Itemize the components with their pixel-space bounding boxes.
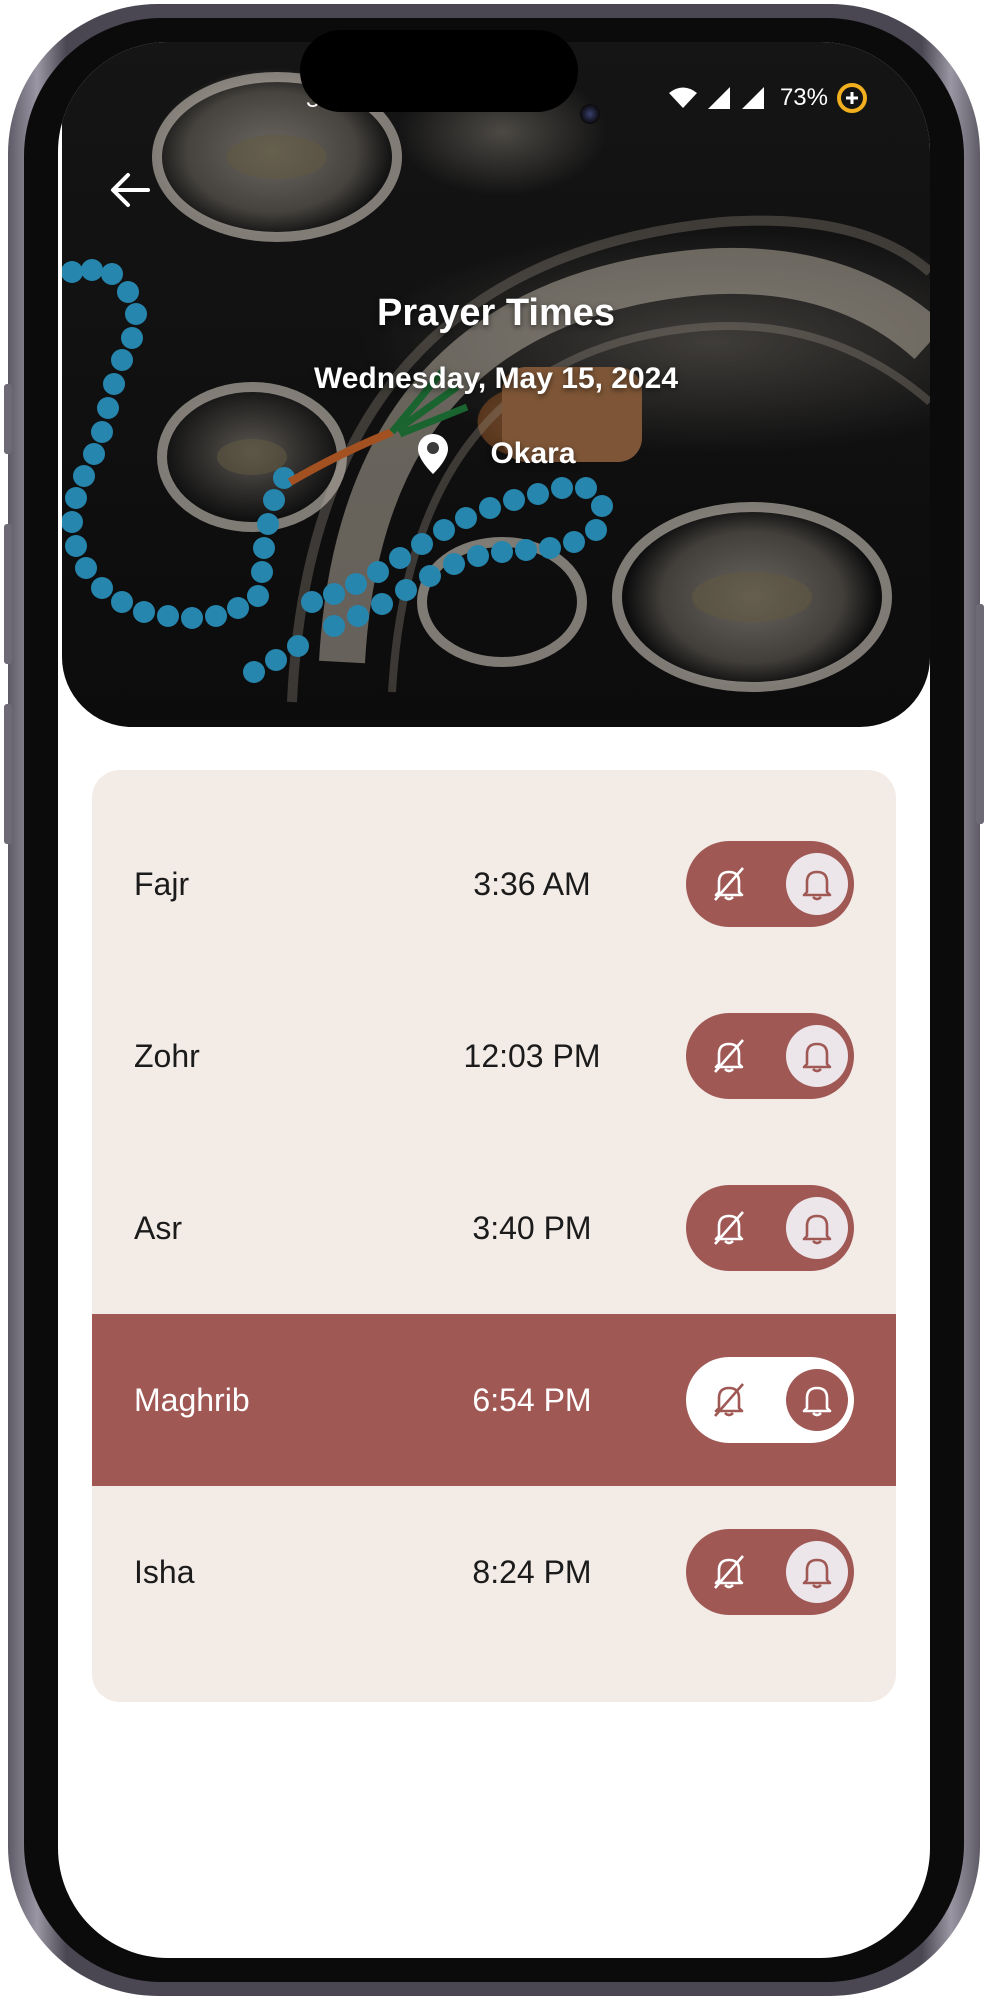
arrow-left-icon [111, 173, 150, 207]
prayer-row-fajr[interactable]: Fajr 3:36 AM [92, 798, 896, 970]
prayer-name: Zohr [134, 1038, 200, 1074]
prayer-row-isha[interactable]: Isha 8:24 PM [92, 1486, 896, 1658]
page-title: Prayer Times [376, 292, 616, 334]
location-name: Okara [490, 437, 576, 470]
prayer-name: Isha [134, 1554, 195, 1590]
dynamic-island [300, 30, 578, 112]
prayer-row-maghrib[interactable]: Maghrib 6:54 PM [92, 1314, 896, 1486]
prayer-row-asr[interactable]: Asr 3:40 PM [92, 1142, 896, 1314]
signal-icon [707, 87, 730, 109]
power-button [976, 604, 984, 824]
prayer-name: Asr [134, 1210, 182, 1246]
front-camera [580, 104, 600, 124]
notification-toggle[interactable] [686, 1529, 854, 1615]
prayer-row-zohr[interactable]: Zohr 12:03 PM [92, 970, 896, 1142]
prayer-name: Fajr [134, 866, 190, 902]
prayer-time: 3:36 AM [473, 866, 591, 902]
notification-toggle[interactable] [686, 1013, 854, 1099]
current-date: Wednesday, May 15, 2024 [313, 362, 679, 395]
bell-icon [786, 1025, 848, 1087]
bell-icon [786, 853, 848, 915]
header-image: 3:59 73% [62, 42, 930, 727]
volume-up-button [4, 524, 12, 664]
map-pin-icon [418, 434, 449, 474]
location: Okara [62, 432, 930, 476]
bell-icon [786, 1541, 848, 1603]
bell-off-icon [704, 1203, 754, 1253]
prayer-name: Maghrib [134, 1382, 250, 1418]
prayer-time: 8:24 PM [472, 1554, 592, 1590]
wifi-icon [668, 87, 697, 108]
bell-icon [786, 1369, 848, 1431]
notification-toggle[interactable] [686, 1357, 854, 1443]
app-screen: 3:59 73% [58, 42, 930, 1958]
battery-percent: 73% [779, 84, 828, 111]
bell-off-icon [704, 1031, 754, 1081]
bell-off-icon [704, 1375, 754, 1425]
prayer-time: 12:03 PM [463, 1038, 601, 1074]
prayer-times-list: Fajr 3:36 AM Zohr 12:03 PM Asr 3:40 PM M… [92, 770, 896, 1702]
bell-icon [786, 1197, 848, 1259]
bell-off-icon [704, 859, 754, 909]
prayer-time: 6:54 PM [472, 1382, 592, 1418]
status-icons: 73% [668, 82, 868, 114]
notification-toggle[interactable] [686, 841, 854, 927]
battery-saver-icon [837, 83, 867, 113]
signal-icon [741, 87, 764, 109]
back-button[interactable] [102, 162, 158, 218]
notification-toggle[interactable] [686, 1185, 854, 1271]
bell-off-icon [704, 1547, 754, 1597]
prayer-time: 3:40 PM [472, 1210, 592, 1246]
volume-down-button [4, 704, 12, 844]
action-button [4, 384, 12, 454]
